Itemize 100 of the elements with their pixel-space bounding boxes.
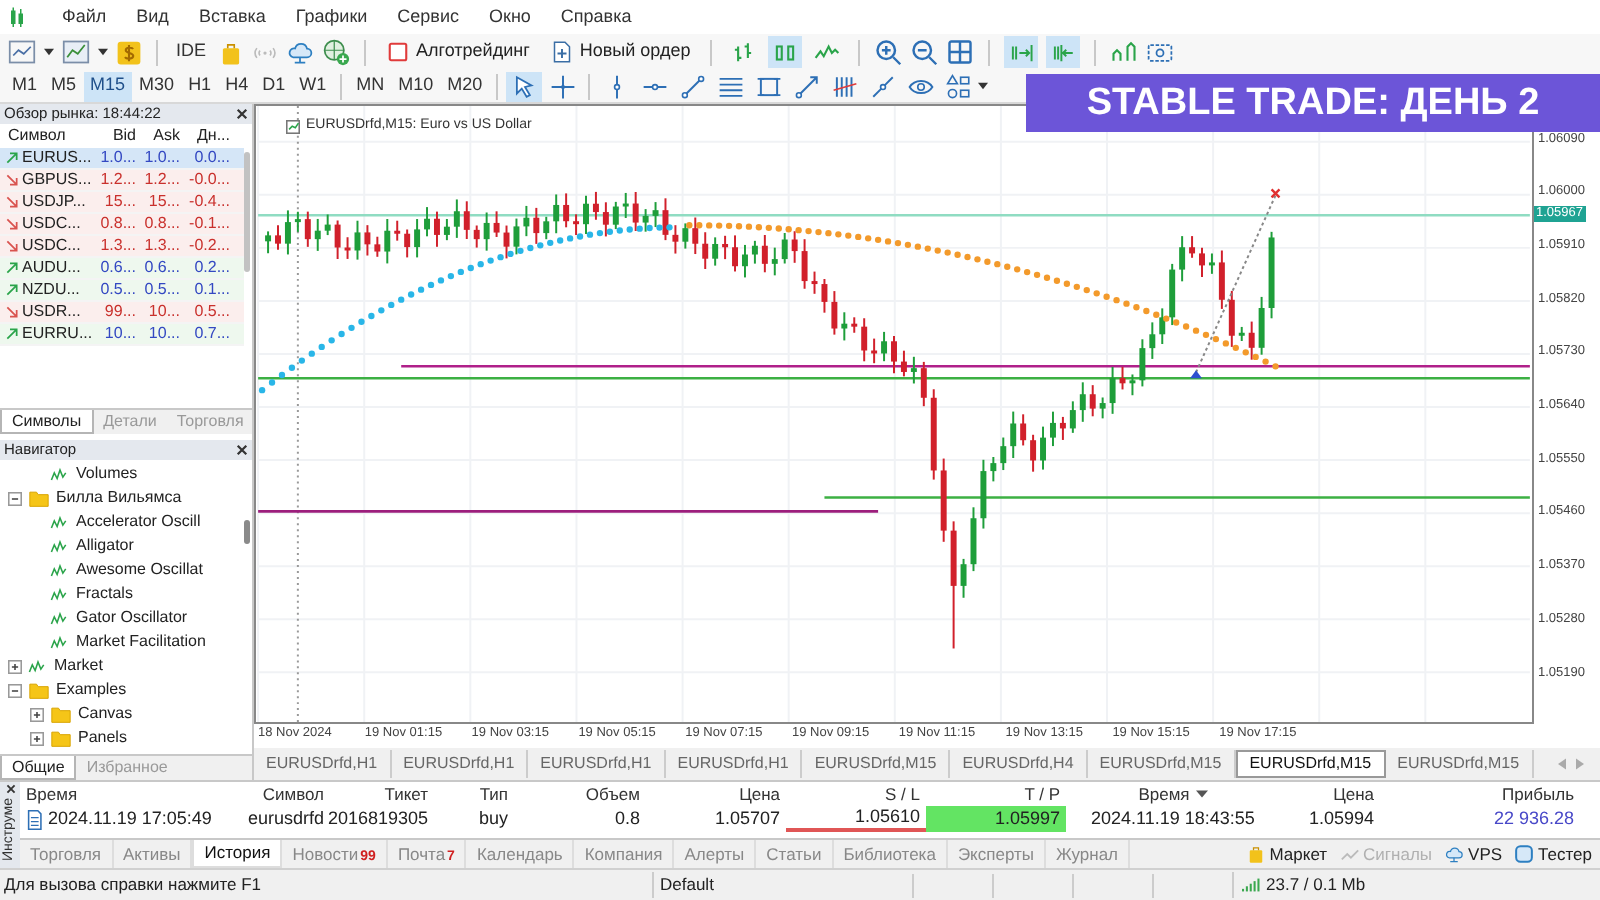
tree-item[interactable]: Awesome Oscillat — [76, 558, 203, 582]
panel-tab[interactable]: История — [192, 840, 283, 868]
menu-item[interactable]: Сервис — [397, 3, 459, 31]
price-cell-text: 0.8... — [142, 212, 182, 236]
price-cell-text: 1.3... — [142, 234, 182, 258]
column-header[interactable]: Время — [26, 781, 78, 807]
tree-item[interactable]: Market Facilitation — [76, 630, 206, 654]
timeframe-button[interactable]: MN — [350, 71, 391, 101]
table-cell-text: 0.8 — [612, 806, 642, 832]
chart-tab[interactable]: EURUSDrfd,M15 — [1235, 750, 1386, 778]
panel-tab[interactable]: Общие — [0, 756, 77, 780]
tree-item[interactable]: Volumes — [76, 462, 138, 486]
tree-item[interactable]: Market — [54, 654, 103, 678]
market-row[interactable]: USDJP... 15... 15... -0.4... — [0, 192, 244, 214]
tree-item[interactable]: Canvas — [78, 702, 133, 726]
column-header[interactable]: Дн... — [184, 124, 234, 148]
new-order-button[interactable]: Новый ордер — [543, 36, 697, 68]
market-row[interactable]: USDC... 1.3... 1.3... -0.2... — [0, 236, 244, 258]
column-header[interactable]: Объем — [585, 781, 640, 807]
column-header[interactable]: Тип — [479, 781, 508, 807]
column-header[interactable]: Цена — [1333, 781, 1374, 807]
column-header[interactable]: Время — [1138, 781, 1190, 807]
price-cell-text: 1.0... — [142, 146, 182, 170]
profile-name: Default — [652, 872, 912, 898]
chart-tab[interactable]: EURUSDrfd,H1 — [665, 750, 803, 778]
price-cell-text: 15... — [146, 190, 182, 214]
algotrading-button[interactable]: Алготрейдинг — [380, 36, 536, 68]
price-cell-text: -0.0... — [187, 168, 232, 192]
tree-item[interactable]: Fractals — [76, 582, 133, 606]
menu-item[interactable]: Файл — [62, 3, 107, 31]
price-cell-text: 0.6... — [142, 256, 182, 280]
timeframe-button[interactable]: M1 — [6, 71, 44, 101]
column-header[interactable]: S / L — [885, 781, 920, 807]
market-row[interactable]: AUDU... 0.6... 0.6... 0.2... — [0, 258, 244, 280]
timeframe-button[interactable]: M30 — [133, 71, 181, 101]
menu-item[interactable]: Справка — [560, 3, 632, 31]
price-cell-text: -0.2... — [187, 234, 232, 258]
timeframe-button[interactable]: H4 — [219, 71, 255, 101]
symbol-cell: USDR... — [22, 300, 81, 324]
ide-button[interactable]: IDE — [172, 38, 211, 66]
chart-tab[interactable]: EURUSDrfd,H4 — [950, 750, 1088, 778]
symbol-cell: EURUS... — [22, 146, 92, 170]
price-cell-text: 1.0... — [98, 146, 138, 170]
panel-tab[interactable]: Символы — [0, 410, 94, 434]
timeframe-button[interactable]: W1 — [293, 71, 333, 101]
column-header[interactable]: Тикет — [384, 781, 428, 807]
column-header[interactable]: Символ — [0, 124, 96, 148]
symbol-cell: USDC... — [22, 234, 81, 258]
market-row[interactable]: USDC... 0.8... 0.8... -0.1... — [0, 214, 244, 236]
column-header[interactable]: Прибыль — [1502, 781, 1574, 807]
price-cell-text: 10... — [102, 322, 138, 346]
price-cell-text: 10... — [146, 322, 182, 346]
timeframe-button[interactable]: M15 — [84, 71, 132, 101]
timeframe-button[interactable]: H1 — [182, 71, 218, 101]
timeframe-button[interactable]: D1 — [256, 71, 292, 101]
market-row[interactable]: EURUS... 1.0... 1.0... 0.0... — [0, 148, 244, 170]
tree-item[interactable]: Alligator — [76, 534, 134, 558]
menu-item[interactable]: Графики — [295, 3, 368, 31]
market-row[interactable]: EURRU... 10... 10... 0.7... — [0, 324, 244, 346]
column-header[interactable]: Bid — [96, 124, 140, 148]
tree-item[interactable]: Panels — [78, 726, 127, 750]
table-cell-text: 2024.11.19 18:43:55 — [1089, 806, 1257, 832]
menu-item[interactable]: Вид — [136, 3, 169, 31]
status-text: Для вызова справки нажмите F1 — [2, 872, 264, 898]
service-button[interactable]: Маркет — [1245, 841, 1328, 867]
chart-tab[interactable]: EURUSDrfd,H1 — [254, 750, 392, 778]
column-header[interactable]: Ask — [140, 124, 184, 148]
column-header[interactable]: Цена — [739, 781, 780, 807]
column-header[interactable]: Символ — [262, 781, 324, 807]
price-cell-text: 0.5... — [192, 300, 232, 324]
price-cell-text: -0.1... — [187, 212, 232, 236]
tree-item[interactable]: Accelerator Oscill — [76, 510, 201, 534]
table-cell-text: 1.05994 — [1306, 806, 1376, 832]
price-cell-text: 0.6... — [98, 256, 138, 280]
menu-item[interactable]: Вставка — [198, 3, 266, 31]
timeframe-button[interactable]: M5 — [45, 71, 83, 101]
tree-item[interactable]: Билла Вильямса — [56, 486, 182, 510]
menu-item[interactable]: Окно — [489, 3, 531, 31]
price-cell-text: 1.2... — [142, 168, 182, 192]
service-button[interactable]: VPS — [1444, 841, 1503, 867]
table-cell-text: buy — [476, 806, 510, 832]
symbol-cell: USDC... — [22, 212, 81, 236]
market-row[interactable]: NZDU... 0.5... 0.5... 0.1... — [0, 280, 244, 302]
price-cell-text: 0.7... — [192, 322, 232, 346]
chart-tab[interactable]: EURUSDrfd,H1 — [391, 750, 529, 778]
tree-item[interactable]: Gator Oscillator — [76, 606, 188, 630]
price-cell-text: 10... — [146, 300, 182, 324]
timeframe-button[interactable]: M10 — [392, 71, 440, 101]
tree-item[interactable]: Examples — [56, 678, 127, 702]
chart-tab[interactable]: EURUSDrfd,H1 — [528, 750, 666, 778]
column-header[interactable]: T / P — [1024, 781, 1060, 807]
chart-tab[interactable]: EURUSDrfd,M15 — [1385, 750, 1534, 778]
market-row[interactable]: GBPUS... 1.2... 1.2... -0.0... — [0, 170, 244, 192]
timeframe-button[interactable]: M20 — [441, 71, 489, 101]
symbol-cell: EURRU... — [22, 322, 93, 346]
service-button[interactable]: Тестер — [1514, 841, 1592, 867]
market-row[interactable]: USDR... 99... 10... 0.5... — [0, 302, 244, 324]
price-cell-text: 15... — [102, 190, 138, 214]
chart-tab[interactable]: EURUSDrfd,M15 — [802, 750, 951, 778]
price-cell-text: 0.5... — [142, 278, 182, 302]
